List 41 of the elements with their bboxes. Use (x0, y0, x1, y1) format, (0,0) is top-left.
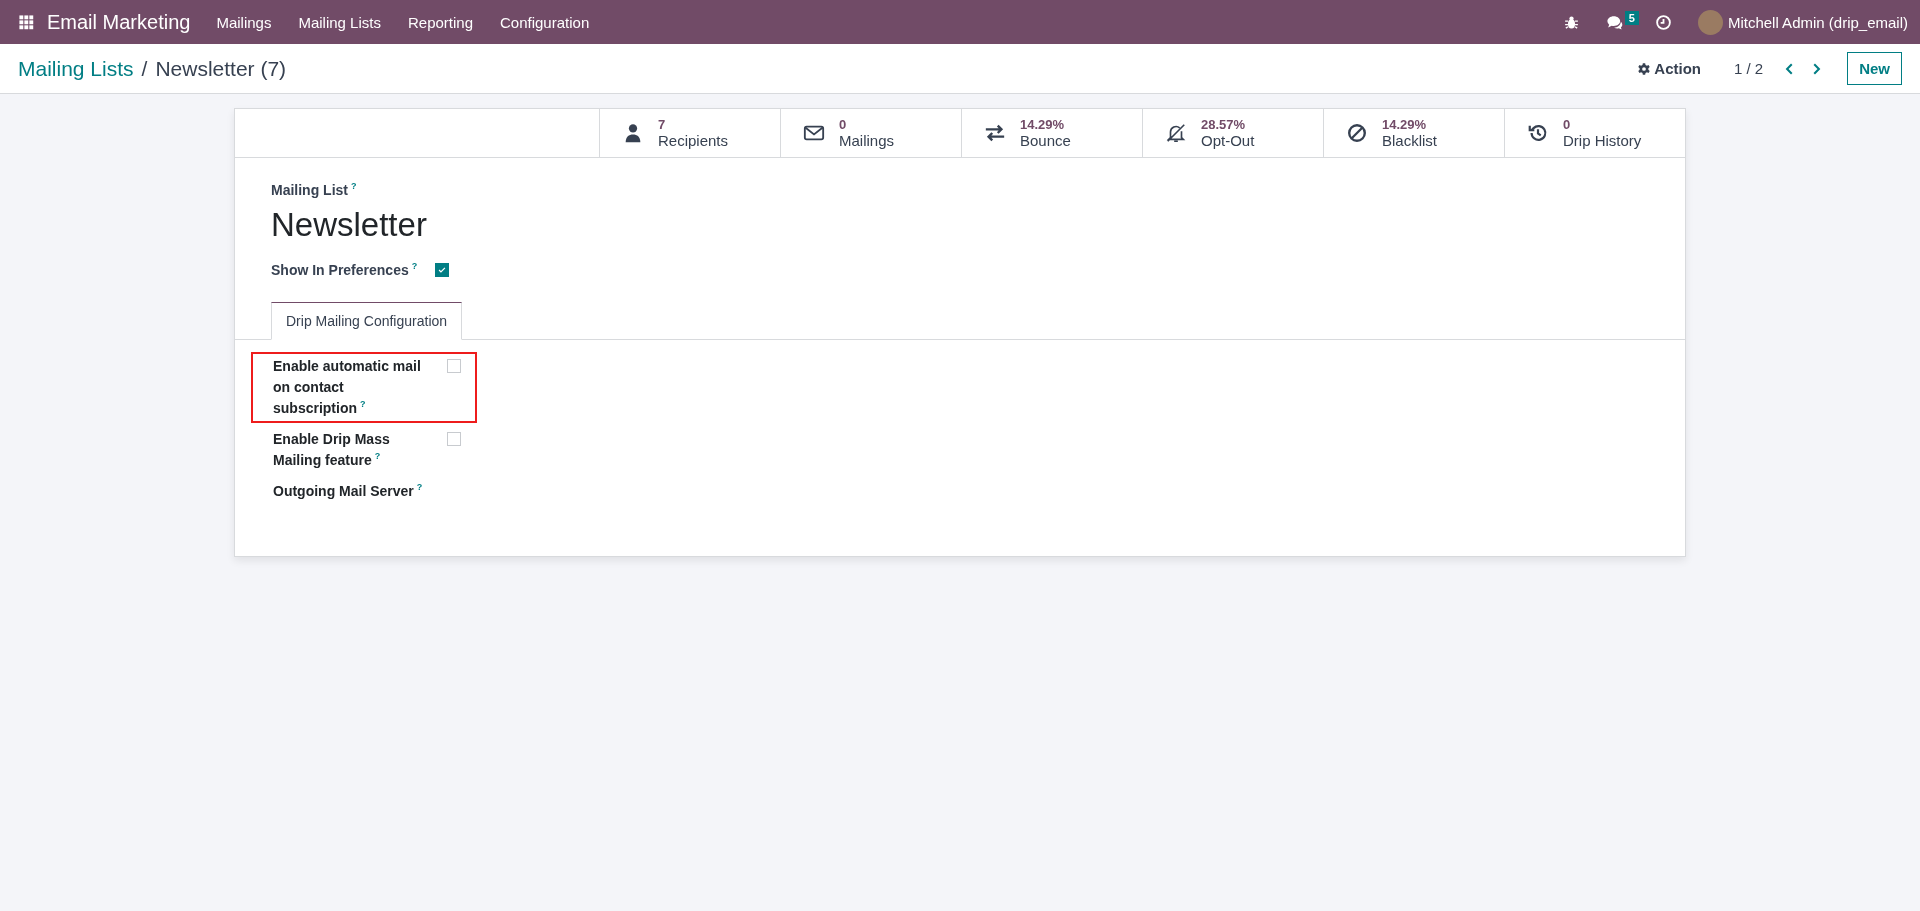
grid-icon (18, 13, 35, 31)
message-count-badge: 5 (1624, 10, 1639, 25)
breadcrumb-current: Newsletter (7) (155, 56, 287, 81)
ban-icon (1346, 122, 1368, 144)
exchange-arrows-icon (984, 122, 1006, 144)
stat-button[interactable]: 14.29% Bounce (961, 109, 1142, 157)
stat-button[interactable]: 0 Drip History (1504, 109, 1685, 157)
menu-item[interactable]: Configuration (500, 13, 590, 31)
clock-icon (1654, 13, 1672, 31)
bell-slash-icon (1165, 122, 1187, 144)
chat-icon (1605, 13, 1623, 31)
record-name: Newsletter (271, 206, 427, 244)
avatar-circle (1697, 9, 1723, 35)
breadcrumb-link[interactable]: Mailing Lists (18, 56, 134, 81)
stat-button[interactable]: 28.57% Opt-Out (1142, 109, 1323, 157)
check-icon (437, 265, 448, 275)
field-label: Enable automatic mail on contact subscription$^{?}$ (273, 357, 422, 418)
menu-item[interactable]: Reporting (407, 13, 473, 31)
field-label: Enable Drip Mass Mailing feature$^{?}$ (273, 430, 391, 470)
tab[interactable]: Drip Mailing Configuration (271, 302, 463, 340)
field-label: Show In Preferences$^{?}$ (271, 262, 418, 278)
stat-button[interactable]: 0 Mailings (780, 109, 961, 157)
checkbox[interactable] (447, 359, 461, 373)
messages-button[interactable]: 5 (1597, 9, 1637, 35)
new-button[interactable]: New (1847, 52, 1902, 85)
breadcrumb-separator: / (141, 56, 148, 81)
app-name-link[interactable]: Email Marketing (47, 10, 191, 34)
field-label: Outgoing Mail Server$^{?}$ (273, 481, 423, 501)
field-label: Mailing List$^{?}$ (271, 182, 357, 198)
gear-icon (1637, 61, 1652, 76)
user-menu-button[interactable]: Mitchell Admin (drip_email) (1697, 9, 1908, 35)
menu-item[interactable]: Mailing Lists (298, 13, 381, 31)
stat-button[interactable]: 7 Recipients (599, 109, 780, 157)
pager-value: 1 / 2 (1733, 60, 1764, 77)
bug-icon (1562, 13, 1580, 31)
menu-item[interactable]: Mailings (216, 13, 272, 31)
history-icon (1527, 122, 1549, 144)
checkbox[interactable] (447, 432, 461, 446)
action-button[interactable]: Action (1637, 60, 1701, 77)
stat-button[interactable]: 14.29% Blacklist (1323, 109, 1504, 157)
checkbox[interactable] (435, 263, 450, 277)
